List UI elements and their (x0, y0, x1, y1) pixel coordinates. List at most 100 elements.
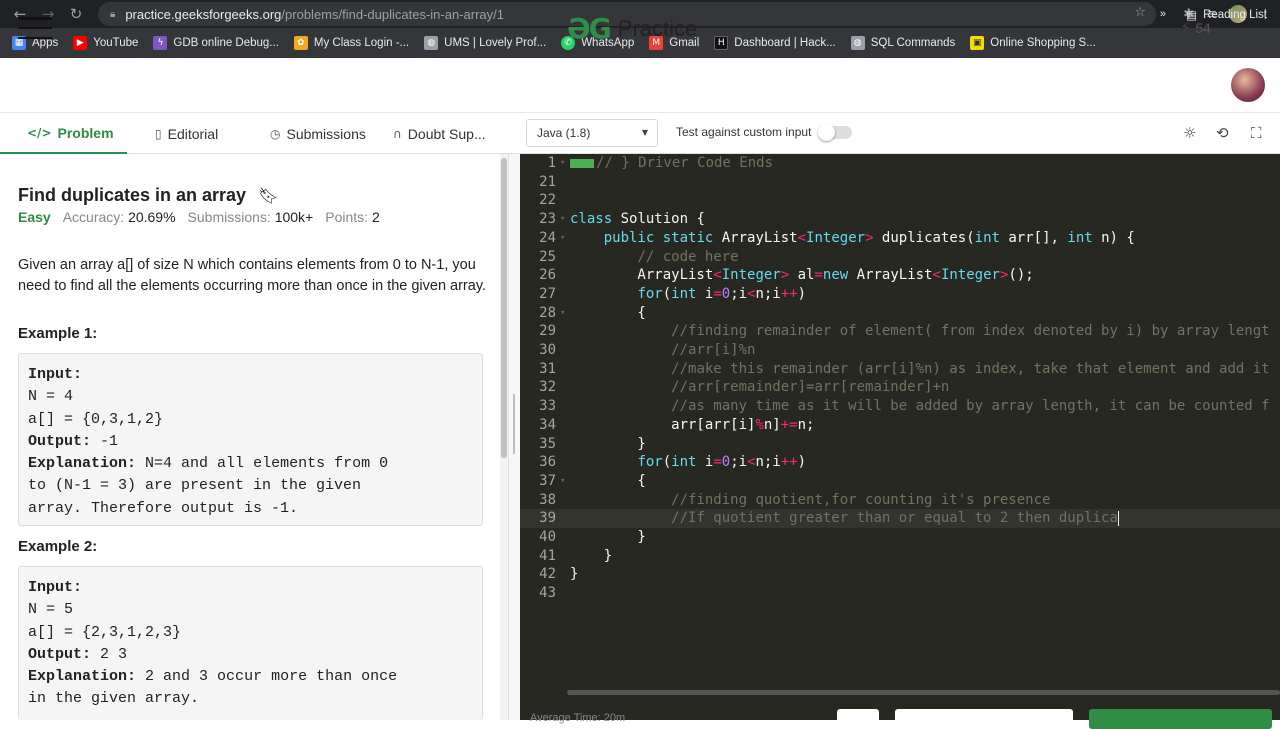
input-label: Input: (28, 366, 83, 383)
compile-run-button[interactable] (895, 709, 1073, 729)
code-line[interactable]: 35 } (520, 435, 1280, 454)
tab-label: Doubt Sup... (407, 126, 486, 142)
reload-icon[interactable]: ↻ (62, 0, 90, 28)
bookmark-label: GDB online Debug... (173, 37, 279, 49)
lock-icon: 🔒︎ (110, 8, 116, 20)
fold-arrow-icon[interactable]: ▾ (560, 472, 565, 491)
code-line[interactable]: 27 for(int i=0;i<n;i++) (520, 285, 1280, 304)
streak-value: 54 (1195, 19, 1211, 36)
code-line[interactable]: 30 //arr[i]%n (520, 341, 1280, 360)
code-line[interactable]: 37 ▾ { (520, 472, 1280, 491)
myclass-icon: ✿ (293, 36, 308, 50)
code-line[interactable]: 22 (520, 191, 1280, 210)
line-number: 1 (547, 155, 556, 171)
theme-sun-icon[interactable]: ☼ (1183, 124, 1196, 142)
code-line[interactable]: 40 } (520, 528, 1280, 547)
reset-code-icon[interactable]: ⟲ (1216, 124, 1229, 142)
bookmark-label: SQL Commands (870, 37, 956, 49)
code-text: // } Driver Code Ends (570, 154, 773, 173)
code-line[interactable]: 33 //as many time as it will be added by… (520, 397, 1280, 416)
bookmark-item[interactable]: ◍ UMS | Lovely Prof... (424, 36, 546, 50)
code-editor[interactable]: 1 ▾// } Driver Code Ends 21 22 23 ▾ class Solu… (520, 154, 1280, 720)
points-value: 2 (371, 209, 380, 225)
code-line[interactable]: 36 for(int i=0;i<n;i++) (520, 453, 1280, 472)
language-select[interactable]: Java (1.8) ▼ (526, 119, 658, 147)
globe-icon: ◍ (850, 36, 865, 50)
site-logo[interactable]: ƏG Practice (567, 12, 697, 45)
code-line[interactable]: 23 ▾ class Solution { (520, 210, 1280, 229)
problem-title-text: Find duplicates in an array (18, 185, 247, 205)
lightning-icon: ⚡︎ (1180, 18, 1192, 37)
bookmark-item[interactable]: ✿ My Class Login -... (293, 36, 409, 50)
bookmark-item[interactable]: ◍ SQL Commands (850, 36, 956, 50)
code-text: ArrayList<Integer> al=new ArrayList<Inte… (570, 267, 1034, 284)
line-number: 38 (539, 491, 556, 508)
code-line[interactable]: 39 //If quotient greater than or equal t… (520, 509, 1280, 528)
example-output: -1 (100, 432, 119, 450)
hamburger-menu-icon[interactable] (18, 17, 52, 39)
line-number: 30 (539, 342, 556, 358)
submissions-value: 100k+ (274, 209, 314, 225)
bookmark-item[interactable]: ▣ Online Shopping S... (970, 36, 1096, 50)
tab-doubt-support[interactable]: ∩ Doubt Sup... (393, 114, 486, 154)
fold-arrow-icon[interactable]: ▾ (560, 154, 565, 173)
code-line[interactable]: 31 //make this remainder (arr[i]%n) as i… (520, 360, 1280, 379)
clock-icon: ◷ (270, 127, 281, 141)
line-number: 41 (539, 547, 556, 564)
streak-counter[interactable]: ⚡︎ 54 (1180, 18, 1211, 37)
code-line[interactable]: 28 ▾ { (520, 304, 1280, 323)
bookmark-item[interactable]: H Dashboard | Hack... (714, 36, 836, 50)
code-line[interactable]: 42} (520, 565, 1280, 584)
tab-submissions[interactable]: ◷ Submissions (270, 114, 366, 154)
code-line[interactable]: 21 (520, 173, 1280, 192)
globe-icon: ◍ (424, 36, 439, 50)
fold-arrow-icon[interactable]: ▾ (560, 304, 565, 323)
problem-description: Given an array a[] of size N which conta… (18, 257, 487, 294)
fold-arrow-icon[interactable]: ▾ (560, 229, 565, 248)
bookmark-icon[interactable]: 🔖︎ (258, 186, 278, 205)
panel-resize-handle[interactable] (508, 154, 520, 720)
code-line[interactable]: 26 ArrayList<Integer> al=new ArrayList<I… (520, 266, 1280, 285)
code-line[interactable]: 25 // code here (520, 248, 1280, 267)
explanation-line: to (N-1 = 3) are present in the given (28, 477, 362, 495)
bookmark-item[interactable]: ϟ GDB online Debug... (153, 36, 279, 50)
example-box: Input: N = 4 a[] = {0,3,1,2} Output: -1 … (18, 353, 483, 526)
chevron-down-icon: ▼ (641, 128, 648, 137)
line-number: 36 (539, 454, 556, 471)
editor-horizontal-scrollbar[interactable] (567, 690, 1280, 695)
code-line[interactable]: 24 ▾ public static ArrayList<Integer> dup… (520, 229, 1280, 248)
code-line[interactable]: 32 //arr[remainder]=arr[remainder]+n (520, 378, 1280, 397)
tab-editorial[interactable]: ▯ Editorial (155, 114, 218, 154)
code-line[interactable]: 43 (520, 584, 1280, 603)
code-line[interactable]: 34 arr[arr[i]%n]+=n; (520, 416, 1280, 435)
user-avatar[interactable] (1231, 68, 1265, 102)
bookmark-star-icon[interactable]: ☆ (1134, 5, 1146, 20)
code-line[interactable]: 41 } (520, 547, 1280, 566)
code-line[interactable]: 29 //finding remainder of element( from … (520, 322, 1280, 341)
output-label: Output: (28, 432, 92, 450)
code-line[interactable]: 38 //finding quotient,for counting it's … (520, 491, 1280, 510)
output-label: Output: (28, 645, 92, 663)
tab-label: Submissions (286, 126, 366, 142)
bookmark-label: Dashboard | Hack... (734, 37, 836, 49)
submit-button[interactable] (1089, 709, 1272, 729)
document-icon: ▯ (155, 127, 162, 141)
example-array: a[] = {0,3,1,2} (28, 410, 164, 428)
bookmark-label: YouTube (93, 37, 139, 49)
difficulty-badge: Easy (18, 209, 51, 225)
more-bookmarks-button[interactable]: » (1160, 8, 1166, 20)
code-line[interactable]: 1 ▾ // } Driver Code Ends (520, 154, 1280, 173)
console-toggle-button[interactable] (837, 709, 879, 729)
code-text: class Solution { (570, 211, 705, 228)
accuracy-label: Accuracy: (62, 209, 125, 225)
explanation-line: in the given array. (28, 690, 200, 708)
submissions-stat: Submissions: 100k+ (188, 209, 314, 225)
tab-problem[interactable]: </> Problem (0, 114, 127, 154)
fold-arrow-icon[interactable]: ▾ (560, 210, 565, 229)
line-number: 27 (539, 285, 556, 302)
fullscreen-icon[interactable]: ⛶ (1251, 124, 1262, 142)
bookmark-item[interactable]: ▶ YouTube (73, 36, 138, 50)
custom-input-toggle[interactable] (818, 124, 852, 141)
example-title: Example 1: (18, 325, 98, 342)
problem-scrollbar-thumb[interactable] (501, 158, 507, 458)
